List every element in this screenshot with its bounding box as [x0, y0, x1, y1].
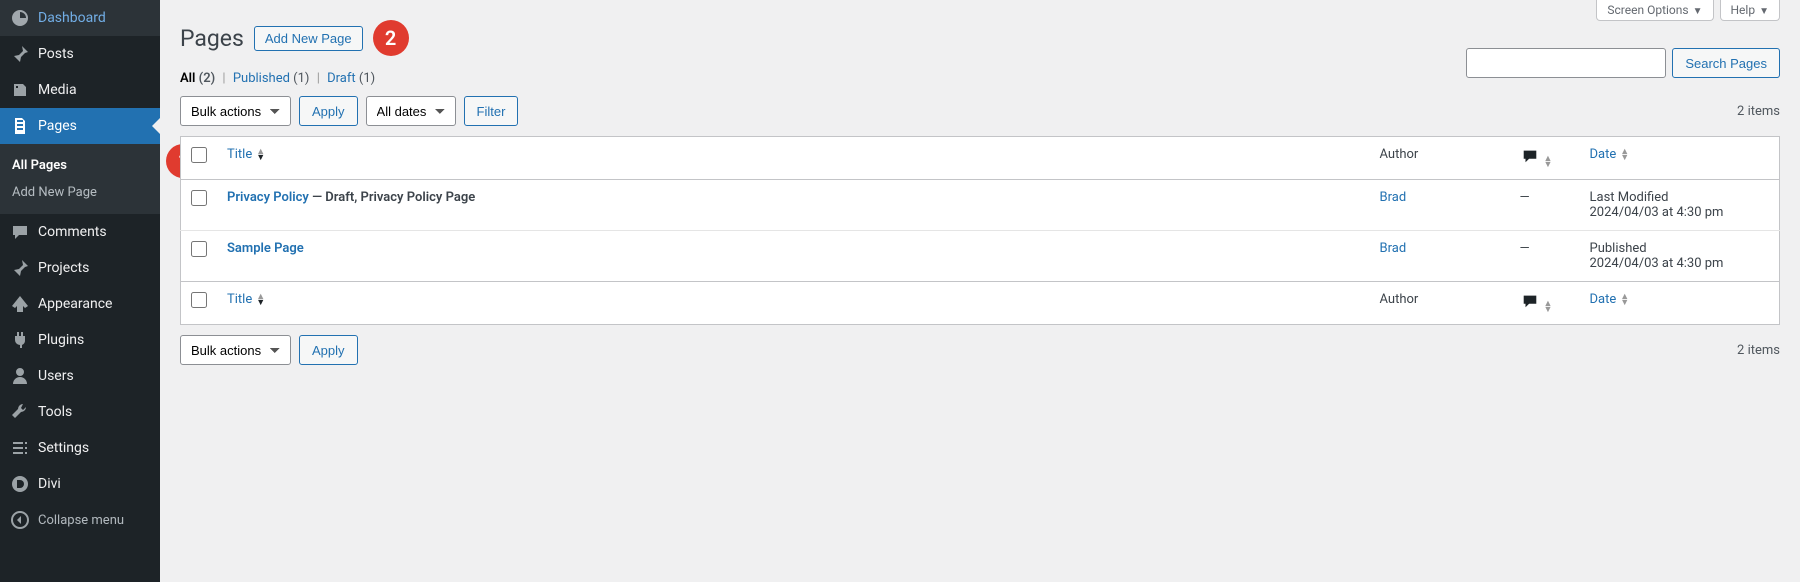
- dashboard-icon: [10, 8, 30, 28]
- sidebar-submenu: All Pages 1 Add New Page: [0, 144, 160, 214]
- sidebar-item-posts[interactable]: Posts: [0, 36, 160, 72]
- sidebar-label: Comments: [38, 224, 107, 240]
- apply-bulk-button-bottom[interactable]: Apply: [299, 335, 358, 365]
- sidebar-label: Posts: [38, 46, 74, 62]
- sidebar-label: Pages: [38, 118, 77, 134]
- filter-draft[interactable]: Draft: [327, 71, 356, 86]
- date-cell: Last Modified2024/04/03 at 4:30 pm: [1580, 180, 1780, 231]
- comments-cell: —: [1510, 231, 1580, 282]
- tools-icon: [10, 402, 30, 422]
- apply-bulk-button[interactable]: Apply: [299, 96, 358, 126]
- table-row: Sample Page Brad — Published2024/04/03 a…: [181, 231, 1780, 282]
- collapse-icon: [10, 510, 30, 530]
- sidebar-label: Media: [38, 82, 77, 98]
- column-author: Author: [1370, 137, 1510, 180]
- author-link[interactable]: Brad: [1380, 190, 1407, 205]
- items-count-bottom: 2 items: [1737, 343, 1780, 358]
- comment-icon: [1520, 299, 1540, 314]
- post-state: — Draft, Privacy Policy Page: [309, 190, 475, 205]
- settings-icon: [10, 438, 30, 458]
- sidebar-item-media[interactable]: Media: [0, 72, 160, 108]
- users-icon: [10, 366, 30, 386]
- add-new-page-button[interactable]: Add New Page: [254, 26, 363, 51]
- pin-icon: [10, 44, 30, 64]
- filter-button[interactable]: Filter: [464, 96, 519, 126]
- bulk-actions-select-bottom[interactable]: Bulk actions: [180, 335, 291, 365]
- appearance-icon: [10, 294, 30, 314]
- divi-icon: [10, 474, 30, 494]
- date-cell: Published2024/04/03 at 4:30 pm: [1580, 231, 1780, 282]
- sidebar-item-projects[interactable]: Projects: [0, 250, 160, 286]
- sidebar-label: Appearance: [38, 296, 112, 312]
- main-content: Screen Options▼ Help▼ Pages Add New Page…: [160, 0, 1800, 582]
- column-author-foot: Author: [1370, 282, 1510, 325]
- submenu-all-pages[interactable]: All Pages: [0, 152, 160, 179]
- pages-icon: [10, 116, 30, 136]
- filter-all[interactable]: All (2): [180, 71, 215, 86]
- media-icon: [10, 80, 30, 100]
- sidebar-item-users[interactable]: Users: [0, 358, 160, 394]
- sidebar-label: Tools: [38, 404, 72, 420]
- comment-icon: [1520, 154, 1540, 169]
- column-date[interactable]: Date▲▼: [1580, 137, 1780, 180]
- select-all-checkbox[interactable]: [191, 147, 207, 163]
- sidebar-item-tools[interactable]: Tools: [0, 394, 160, 430]
- admin-sidebar: Dashboard Posts Media Pages All Pages 1 …: [0, 0, 160, 582]
- sidebar-item-pages[interactable]: Pages: [0, 108, 160, 144]
- plugins-icon: [10, 330, 30, 350]
- sidebar-item-settings[interactable]: Settings: [0, 430, 160, 466]
- items-count: 2 items: [1737, 104, 1780, 119]
- submenu-add-new[interactable]: Add New Page: [0, 179, 160, 206]
- table-row: Privacy Policy — Draft, Privacy Policy P…: [181, 180, 1780, 231]
- row-title-link[interactable]: Sample Page: [227, 241, 304, 256]
- column-title-foot[interactable]: Title▲▼: [217, 282, 1370, 325]
- page-title: Pages: [180, 25, 244, 52]
- comments-icon: [10, 222, 30, 242]
- column-comments-foot[interactable]: ▲▼: [1510, 282, 1580, 325]
- author-link[interactable]: Brad: [1380, 241, 1407, 256]
- collapse-label: Collapse menu: [38, 513, 124, 528]
- row-checkbox[interactable]: [191, 241, 207, 257]
- select-all-checkbox-bottom[interactable]: [191, 292, 207, 308]
- screen-options-tab[interactable]: Screen Options▼: [1596, 0, 1713, 21]
- sidebar-label: Divi: [38, 476, 61, 492]
- sidebar-item-dashboard[interactable]: Dashboard: [0, 0, 160, 36]
- bulk-actions-select[interactable]: Bulk actions: [180, 96, 291, 126]
- annotation-badge-2: 2: [373, 20, 409, 56]
- dates-select[interactable]: All dates: [366, 96, 456, 126]
- row-checkbox[interactable]: [191, 190, 207, 206]
- help-tab[interactable]: Help▼: [1720, 0, 1781, 21]
- projects-icon: [10, 258, 30, 278]
- sidebar-label: Users: [38, 368, 74, 384]
- chevron-down-icon: ▼: [1759, 6, 1769, 17]
- sidebar-item-divi[interactable]: Divi: [0, 466, 160, 502]
- sidebar-item-plugins[interactable]: Plugins: [0, 322, 160, 358]
- row-title-link[interactable]: Privacy Policy: [227, 190, 309, 205]
- pages-table: Title▲▼ Author ▲▼ Date▲▼ Privacy Policy …: [180, 136, 1780, 325]
- column-comments[interactable]: ▲▼: [1510, 137, 1580, 180]
- sidebar-label: Projects: [38, 260, 89, 276]
- comments-cell: —: [1510, 180, 1580, 231]
- search-button[interactable]: Search Pages: [1672, 48, 1780, 78]
- filter-published[interactable]: Published: [233, 71, 290, 86]
- collapse-menu[interactable]: Collapse menu: [0, 502, 160, 538]
- column-title[interactable]: Title▲▼: [217, 137, 1370, 180]
- search-input[interactable]: [1466, 48, 1666, 78]
- column-date-foot[interactable]: Date▲▼: [1580, 282, 1780, 325]
- chevron-down-icon: ▼: [1693, 6, 1703, 17]
- sidebar-item-comments[interactable]: Comments: [0, 214, 160, 250]
- sidebar-label: Settings: [38, 440, 89, 456]
- sidebar-label: Plugins: [38, 332, 84, 348]
- sidebar-item-appearance[interactable]: Appearance: [0, 286, 160, 322]
- sidebar-label: Dashboard: [38, 10, 106, 26]
